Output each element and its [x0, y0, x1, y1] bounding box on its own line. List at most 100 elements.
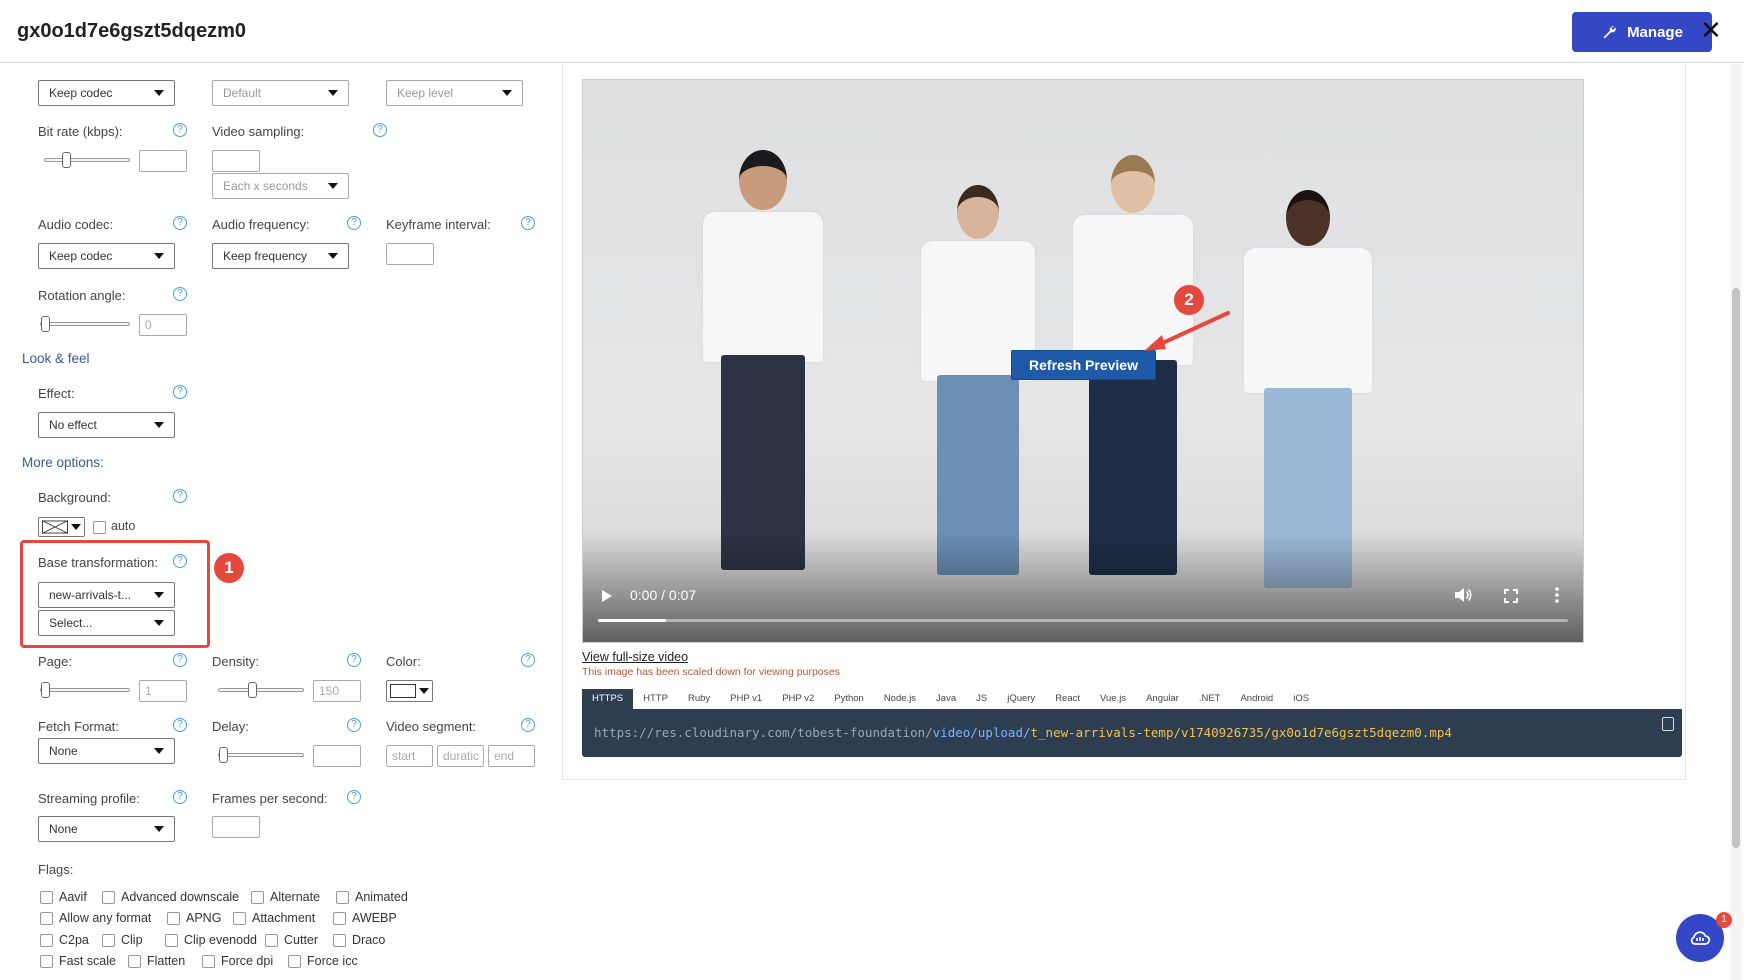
- flag-checkbox[interactable]: Draco: [333, 933, 385, 947]
- checkbox[interactable]: [40, 911, 53, 925]
- slider-thumb[interactable]: [62, 152, 71, 168]
- flag-checkbox[interactable]: Clip evenodd: [165, 933, 257, 947]
- flag-checkbox[interactable]: Fast scale: [40, 954, 116, 968]
- view-full-size-link[interactable]: View full-size video: [582, 650, 688, 664]
- help-icon[interactable]: ?: [173, 287, 187, 301]
- help-icon[interactable]: ?: [347, 790, 361, 804]
- checkbox[interactable]: [333, 933, 346, 947]
- flag-checkbox[interactable]: APNG: [167, 911, 221, 925]
- flag-checkbox[interactable]: Cutter: [265, 933, 318, 947]
- flag-checkbox[interactable]: Advanced downscale: [102, 890, 239, 904]
- help-icon[interactable]: ?: [173, 385, 187, 399]
- scrollbar-thumb[interactable]: [1732, 288, 1740, 848]
- help-icon[interactable]: ?: [173, 489, 187, 503]
- slider-thumb[interactable]: [248, 682, 257, 698]
- help-icon[interactable]: ?: [347, 653, 361, 667]
- code-tab[interactable]: iOS: [1283, 689, 1319, 709]
- code-tab[interactable]: jQuery: [997, 689, 1045, 709]
- code-tab[interactable]: JS: [966, 689, 997, 709]
- checkbox[interactable]: [128, 954, 141, 968]
- keyframe-interval-input[interactable]: [386, 243, 434, 265]
- checkbox[interactable]: [40, 890, 53, 904]
- code-tab[interactable]: PHP v1: [720, 689, 772, 709]
- code-tab[interactable]: Python: [824, 689, 874, 709]
- close-icon[interactable]: ✕: [1700, 16, 1722, 44]
- fullscreen-icon[interactable]: [1504, 589, 1518, 603]
- flag-checkbox[interactable]: Alternate: [251, 890, 320, 904]
- help-icon[interactable]: ?: [173, 216, 187, 230]
- code-tab[interactable]: Ruby: [678, 689, 720, 709]
- flag-checkbox[interactable]: C2pa: [40, 933, 89, 947]
- code-tab[interactable]: React: [1045, 689, 1090, 709]
- help-icon[interactable]: ?: [347, 718, 361, 732]
- checkbox[interactable]: [336, 890, 349, 904]
- help-icon[interactable]: ?: [521, 718, 535, 732]
- code-tab[interactable]: Node.js: [874, 689, 926, 709]
- help-icon[interactable]: ?: [173, 718, 187, 732]
- streaming-profile-select[interactable]: None: [38, 816, 175, 842]
- more-options-section[interactable]: More options:: [22, 455, 104, 470]
- manage-button[interactable]: Manage: [1572, 12, 1712, 52]
- code-tab[interactable]: Android: [1230, 689, 1283, 709]
- code-tab[interactable]: HTTPS: [582, 689, 634, 709]
- play-icon[interactable]: [601, 589, 613, 603]
- page-slider[interactable]: [40, 682, 130, 698]
- flag-checkbox[interactable]: Flatten: [128, 954, 185, 968]
- help-icon[interactable]: ?: [173, 790, 187, 804]
- checkbox[interactable]: [40, 954, 53, 968]
- video-codec-select[interactable]: Keep codec: [38, 80, 175, 106]
- code-tab[interactable]: PHP v2: [772, 689, 824, 709]
- bit-rate-input[interactable]: [139, 150, 187, 172]
- flag-checkbox[interactable]: Clip: [102, 933, 143, 947]
- density-input[interactable]: 150: [313, 680, 361, 702]
- flag-checkbox[interactable]: Attachment: [233, 911, 315, 925]
- background-color-picker[interactable]: [38, 517, 85, 537]
- checkbox[interactable]: [265, 933, 278, 947]
- flag-checkbox[interactable]: Aavif: [40, 890, 87, 904]
- color-picker[interactable]: [386, 680, 433, 702]
- slider-thumb[interactable]: [41, 316, 50, 332]
- fps-input[interactable]: [212, 816, 260, 838]
- help-icon[interactable]: ?: [373, 123, 387, 137]
- segment-start-input[interactable]: start: [386, 745, 433, 767]
- segment-end-input[interactable]: end: [488, 745, 535, 767]
- checkbox[interactable]: [40, 933, 53, 947]
- help-icon[interactable]: ?: [521, 653, 535, 667]
- checkbox[interactable]: [102, 933, 115, 947]
- code-tab[interactable]: Vue.js: [1090, 689, 1136, 709]
- video-sampling-select[interactable]: Each x seconds: [212, 173, 349, 199]
- fetch-format-select[interactable]: None: [38, 738, 175, 764]
- flag-checkbox[interactable]: Force icc: [288, 954, 358, 968]
- checkbox[interactable]: [251, 890, 264, 904]
- help-icon[interactable]: ?: [173, 653, 187, 667]
- help-icon[interactable]: ?: [173, 123, 187, 137]
- audio-frequency-select[interactable]: Keep frequency: [212, 243, 349, 269]
- flag-checkbox[interactable]: AWEBP: [333, 911, 397, 925]
- volume-icon[interactable]: [1454, 587, 1472, 603]
- code-tab[interactable]: Java: [926, 689, 966, 709]
- checkbox[interactable]: [202, 954, 215, 968]
- help-icon[interactable]: ?: [347, 216, 361, 230]
- delay-input[interactable]: [313, 745, 361, 767]
- level-select[interactable]: Keep level: [386, 80, 523, 106]
- refresh-preview-button[interactable]: Refresh Preview: [1011, 350, 1156, 380]
- video-sampling-input[interactable]: [212, 150, 260, 172]
- code-tab[interactable]: Angular: [1136, 689, 1189, 709]
- checkbox[interactable]: [233, 911, 246, 925]
- checkbox[interactable]: [333, 911, 346, 925]
- segment-duration-input[interactable]: duratic: [437, 745, 484, 767]
- more-options-icon[interactable]: [1555, 587, 1559, 603]
- rotation-input[interactable]: 0: [139, 314, 187, 336]
- slider-thumb[interactable]: [41, 682, 50, 698]
- effect-select[interactable]: No effect: [38, 412, 175, 438]
- density-slider[interactable]: [218, 682, 304, 698]
- page-input[interactable]: 1: [139, 680, 187, 702]
- flag-checkbox[interactable]: Animated: [336, 890, 408, 904]
- code-tab[interactable]: HTTP: [633, 689, 678, 709]
- bit-rate-slider[interactable]: [44, 152, 130, 168]
- look-and-feel-section[interactable]: Look & feel: [22, 351, 90, 366]
- delay-slider[interactable]: [218, 747, 304, 763]
- rotation-slider[interactable]: [40, 316, 130, 332]
- auto-checkbox[interactable]: [93, 521, 106, 534]
- checkbox[interactable]: [167, 911, 180, 925]
